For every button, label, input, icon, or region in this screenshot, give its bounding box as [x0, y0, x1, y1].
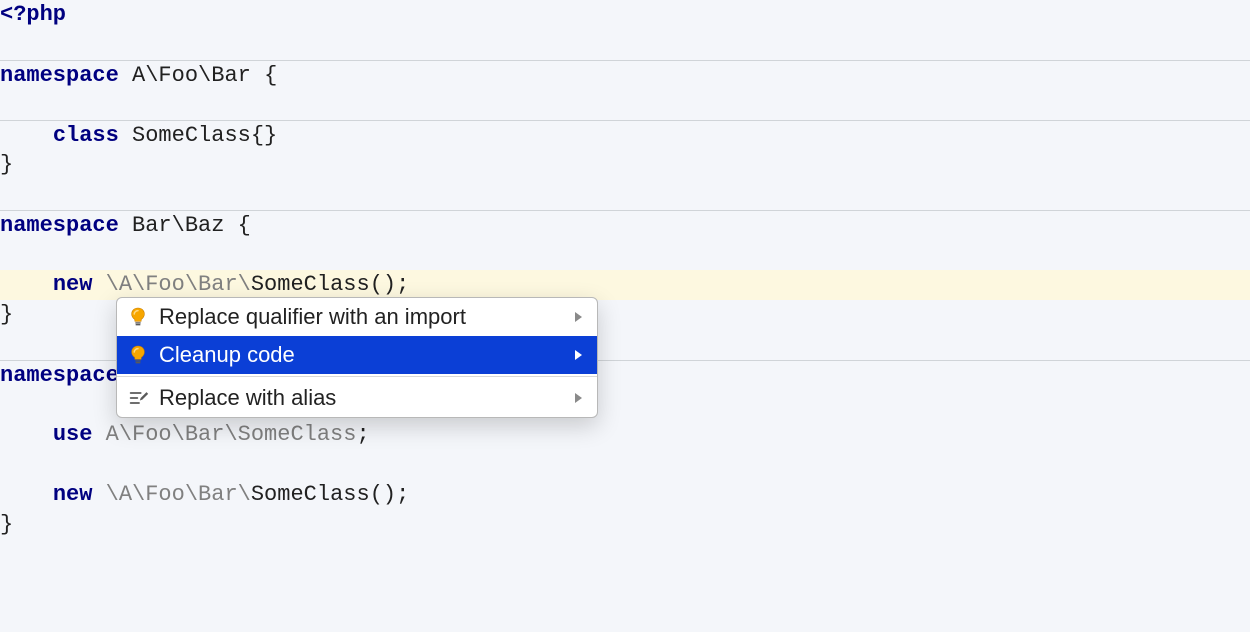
bulb-icon [129, 306, 159, 328]
code-line-empty[interactable] [0, 450, 1250, 480]
code-editor[interactable]: <?php namespace A\Foo\Bar { class SomeCl… [0, 0, 1250, 632]
chevron-right-icon [571, 393, 585, 403]
popup-separator [117, 376, 597, 377]
pencil-icon [129, 388, 159, 408]
code-line-empty[interactable] [0, 180, 1250, 210]
code-line-highlighted[interactable]: new \A\Foo\Bar\SomeClass(); [0, 270, 1250, 300]
code-line[interactable]: new \A\Foo\Bar\SomeClass(); [0, 480, 1250, 510]
code-line[interactable]: } [0, 510, 1250, 540]
bulb-icon [129, 344, 159, 366]
code-line-empty[interactable] [0, 30, 1250, 60]
chevron-right-icon [571, 312, 585, 322]
code-line[interactable]: use A\Foo\Bar\SomeClass; [0, 420, 1250, 450]
popup-item-label: Replace qualifier with an import [159, 304, 571, 330]
intention-bulb-icon[interactable] [22, 241, 42, 267]
code-line[interactable]: } [0, 150, 1250, 180]
popup-item-cleanup-code[interactable]: Cleanup code [117, 336, 597, 374]
code-line[interactable]: <?php [0, 0, 1250, 30]
php-open-tag: <?php [0, 2, 66, 27]
intention-actions-popup: Replace qualifier with an import Cleanup… [116, 297, 598, 418]
code-line[interactable]: namespace A\Foo\Bar { [0, 60, 1250, 90]
code-line[interactable]: class SomeClass{} [0, 120, 1250, 150]
code-line-empty[interactable] [0, 90, 1250, 120]
popup-item-label: Replace with alias [159, 385, 571, 411]
chevron-right-icon [571, 350, 585, 360]
popup-item-label: Cleanup code [159, 342, 571, 368]
popup-item-replace-alias[interactable]: Replace with alias [117, 379, 597, 417]
popup-item-replace-qualifier[interactable]: Replace qualifier with an import [117, 298, 597, 336]
code-line[interactable]: namespace Bar\Baz { [0, 210, 1250, 240]
code-line-bulb[interactable] [0, 240, 1250, 270]
